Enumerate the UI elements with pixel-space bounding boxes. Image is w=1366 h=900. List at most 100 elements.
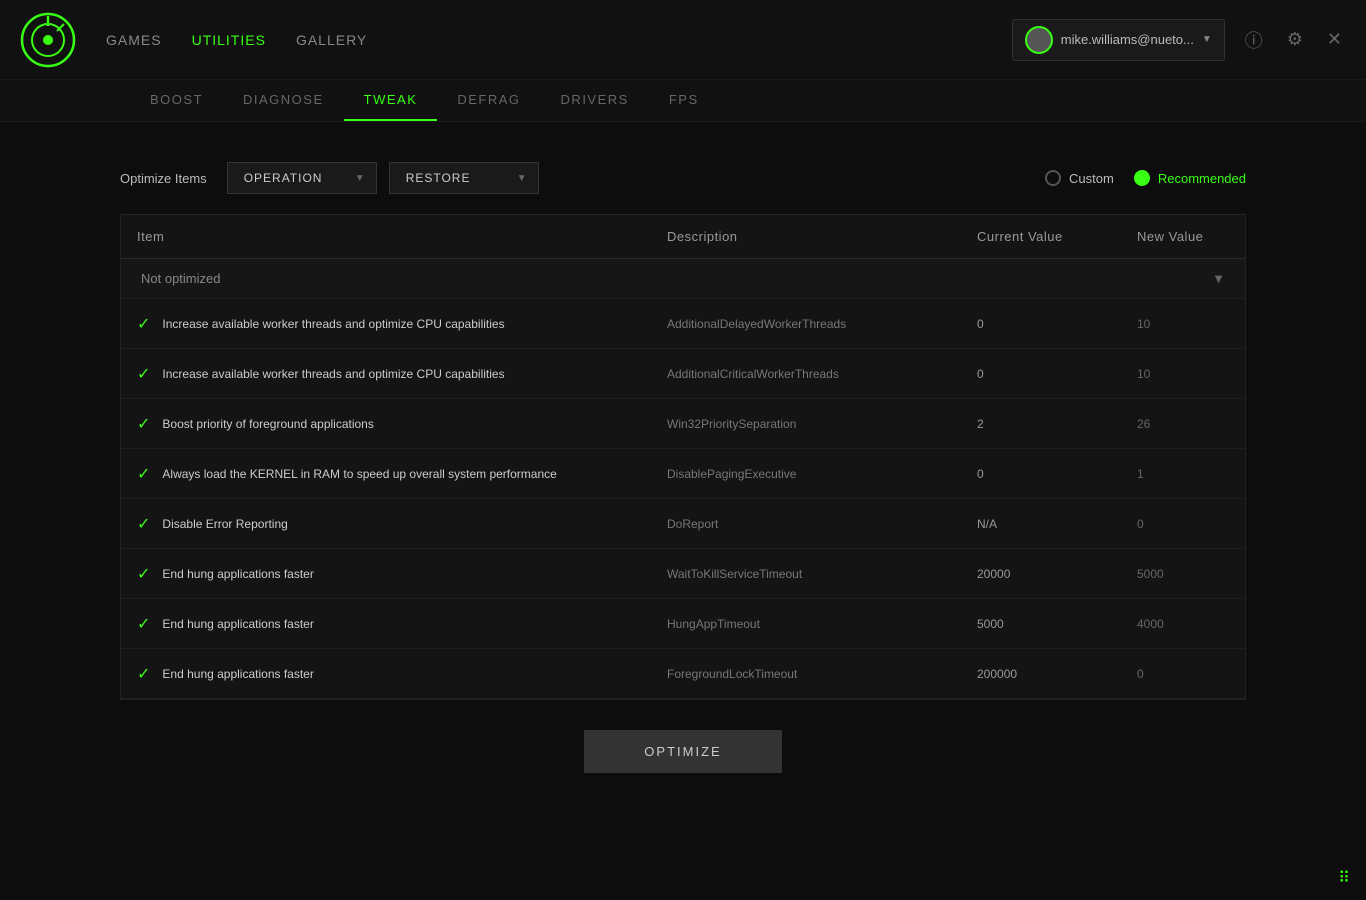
check-icon: ✓ (137, 514, 150, 534)
nav-gallery[interactable]: GALLERY (296, 32, 367, 48)
check-icon: ✓ (137, 414, 150, 434)
cell-description-1: AdditionalCriticalWorkerThreads (651, 355, 961, 393)
cell-new-4: 0 (1121, 505, 1245, 543)
item-text: Always load the KERNEL in RAM to speed u… (162, 467, 556, 481)
tweak-table: Item Description Current Value New Value… (120, 214, 1246, 700)
cell-new-2: 26 (1121, 405, 1245, 443)
info-icon: ⓘ (1245, 31, 1263, 51)
not-optimized-label: Not optimized (141, 271, 220, 286)
cell-current-2: 2 (961, 405, 1121, 443)
not-optimized-row: Not optimized ▼ (121, 259, 1245, 299)
cell-description-0: AdditionalDelayedWorkerThreads (651, 305, 961, 343)
item-text: Increase available worker threads and op… (162, 367, 504, 381)
cell-current-5: 20000 (961, 555, 1121, 593)
item-text: End hung applications faster (162, 667, 313, 681)
optimize-items-label: Optimize Items (120, 171, 207, 186)
cell-current-4: N/A (961, 505, 1121, 543)
gear-icon: ⚙ (1287, 29, 1303, 49)
nav-games[interactable]: GAMES (106, 32, 162, 48)
cell-description-2: Win32PrioritySeparation (651, 405, 961, 443)
cell-current-6: 5000 (961, 605, 1121, 643)
subnav-boost[interactable]: BOOST (130, 80, 223, 121)
table-row: ✓ Disable Error Reporting DoReport N/A 0 (121, 499, 1245, 549)
close-icon: ✕ (1327, 29, 1342, 49)
app-header: GAMES UTILITIES GALLERY mike.williams@nu… (0, 0, 1366, 80)
cell-current-0: 0 (961, 305, 1121, 343)
cell-new-7: 0 (1121, 655, 1245, 693)
custom-radio-circle (1045, 170, 1061, 186)
restore-dropdown-wrapper: RESTORE (389, 162, 539, 194)
cell-item-7: ✓ End hung applications faster (121, 652, 651, 696)
toolbar: Optimize Items OPERATION RESTORE Custom … (120, 162, 1246, 194)
check-icon: ✓ (137, 614, 150, 634)
optimize-btn-row: OPTIMIZE (120, 730, 1246, 773)
optimize-button[interactable]: OPTIMIZE (584, 730, 781, 773)
column-description: Description (651, 215, 961, 258)
settings-button[interactable]: ⚙ (1283, 25, 1307, 54)
header-right: mike.williams@nueto... ▼ ⓘ ⚙ ✕ (1012, 19, 1346, 61)
user-name: mike.williams@nueto... (1061, 32, 1194, 47)
cell-item-4: ✓ Disable Error Reporting (121, 502, 651, 546)
cell-item-5: ✓ End hung applications faster (121, 552, 651, 596)
item-text: End hung applications faster (162, 617, 313, 631)
table-row: ✓ Increase available worker threads and … (121, 299, 1245, 349)
subnav-diagnose[interactable]: DIAGNOSE (223, 80, 344, 121)
cell-current-1: 0 (961, 355, 1121, 393)
cell-description-4: DoReport (651, 505, 961, 543)
table-row: ✓ End hung applications faster Foregroun… (121, 649, 1245, 699)
cell-item-1: ✓ Increase available worker threads and … (121, 352, 651, 396)
item-text: Boost priority of foreground application… (162, 417, 373, 431)
cell-item-3: ✓ Always load the KERNEL in RAM to speed… (121, 452, 651, 496)
subnav-drivers[interactable]: DRIVERS (541, 80, 649, 121)
cell-description-5: WaitToKillServiceTimeout (651, 555, 961, 593)
check-icon: ✓ (137, 564, 150, 584)
app-logo (20, 12, 76, 68)
column-current-value: Current Value (961, 215, 1121, 258)
close-button[interactable]: ✕ (1323, 25, 1346, 54)
table-row: ✓ Boost priority of foreground applicati… (121, 399, 1245, 449)
cell-description-3: DisablePagingExecutive (651, 455, 961, 493)
cell-current-3: 0 (961, 455, 1121, 493)
restore-dropdown[interactable]: RESTORE (389, 162, 539, 194)
table-body: Not optimized ▼ ✓ Increase available wor… (121, 259, 1245, 699)
cell-new-1: 10 (1121, 355, 1245, 393)
table-row: ✓ Increase available worker threads and … (121, 349, 1245, 399)
table-row: ✓ Always load the KERNEL in RAM to speed… (121, 449, 1245, 499)
subnav-tweak[interactable]: TWEAK (344, 80, 438, 121)
item-text: Disable Error Reporting (162, 517, 287, 531)
main-nav: GAMES UTILITIES GALLERY (106, 32, 1012, 48)
user-account-button[interactable]: mike.williams@nueto... ▼ (1012, 19, 1225, 61)
custom-radio-label: Custom (1069, 171, 1114, 186)
cell-new-5: 5000 (1121, 555, 1245, 593)
custom-radio[interactable]: Custom (1045, 170, 1114, 186)
operation-dropdown[interactable]: OPERATION (227, 162, 377, 194)
item-text: End hung applications faster (162, 567, 313, 581)
operation-dropdown-wrapper: OPERATION (227, 162, 377, 194)
cell-description-6: HungAppTimeout (651, 605, 961, 643)
table-row: ✓ End hung applications faster WaitToKil… (121, 549, 1245, 599)
recommended-radio[interactable]: Recommended (1134, 170, 1246, 186)
subnav-defrag[interactable]: DEFRAG (437, 80, 540, 121)
subnav-fps[interactable]: FPS (649, 80, 719, 121)
column-item: Item (121, 215, 651, 258)
check-icon: ✓ (137, 664, 150, 684)
table-header: Item Description Current Value New Value (121, 215, 1245, 259)
sub-nav: BOOST DIAGNOSE TWEAK DEFRAG DRIVERS FPS (0, 80, 1366, 122)
cell-item-6: ✓ End hung applications faster (121, 602, 651, 646)
avatar (1025, 26, 1053, 54)
table-row: ✓ End hung applications faster HungAppTi… (121, 599, 1245, 649)
cell-item-0: ✓ Increase available worker threads and … (121, 302, 651, 346)
cell-new-6: 4000 (1121, 605, 1245, 643)
main-content: Optimize Items OPERATION RESTORE Custom … (0, 122, 1366, 813)
not-optimized-chevron: ▼ (1212, 271, 1225, 286)
table-rows-container: ✓ Increase available worker threads and … (121, 299, 1245, 699)
check-icon: ✓ (137, 464, 150, 484)
cell-description-7: ForegroundLockTimeout (651, 655, 961, 693)
column-new-value: New Value (1121, 215, 1301, 258)
nav-utilities[interactable]: UTILITIES (192, 32, 266, 48)
check-icon: ✓ (137, 314, 150, 334)
corner-decoration: ⠿ (1338, 868, 1350, 888)
check-icon: ✓ (137, 364, 150, 384)
chevron-down-icon: ▼ (1202, 34, 1212, 45)
info-button[interactable]: ⓘ (1241, 23, 1267, 57)
